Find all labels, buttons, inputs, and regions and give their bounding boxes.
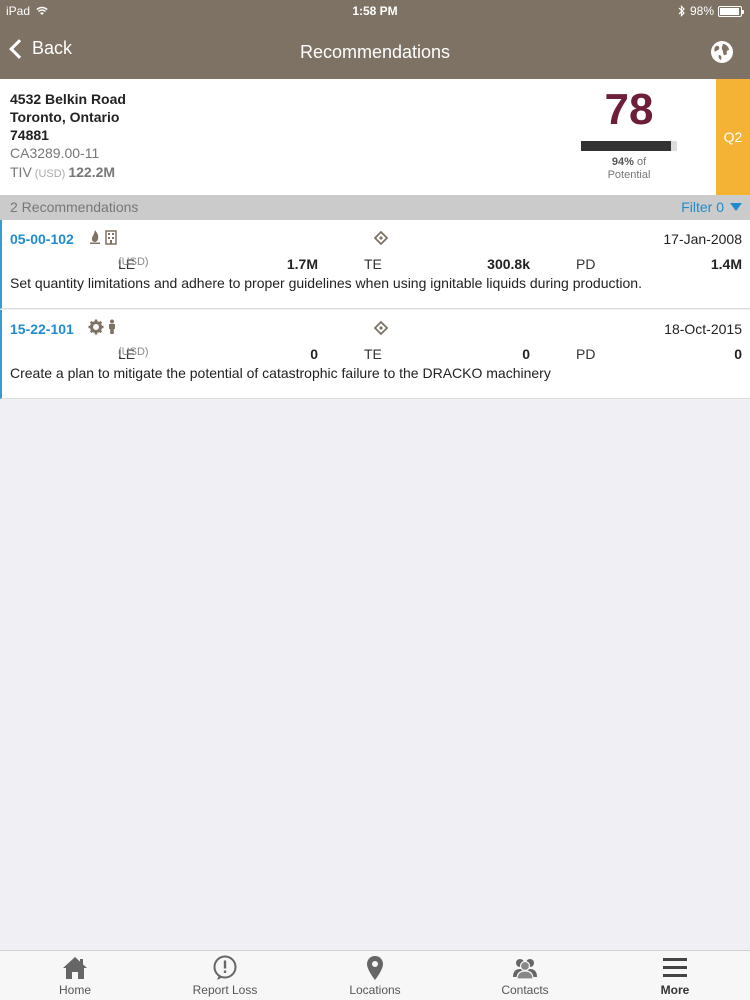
triangle-down-icon (730, 203, 742, 211)
header: iPad 1:58 PM 98% Back Recommendations (0, 0, 750, 79)
recommendation-date: 18-Oct-2015 (664, 321, 742, 337)
home-icon (63, 957, 87, 979)
tab-more[interactable]: More (600, 951, 750, 1000)
status-right: 98% (678, 4, 744, 18)
tab-label: Contacts (501, 983, 549, 997)
recommendation-icons (88, 319, 118, 335)
te-label: TE (364, 256, 382, 272)
potential-bar-fill (581, 141, 672, 151)
pd-label: PD (576, 346, 596, 362)
bluetooth-icon (678, 5, 685, 17)
person-icon (109, 319, 115, 334)
potential-label: Potential (607, 169, 651, 181)
le-currency: (USD) (118, 346, 149, 358)
contacts-icon (513, 959, 537, 980)
potential-percent: 94% (611, 156, 634, 168)
location-code: CA3289.00-11 (10, 145, 100, 161)
building-icon (105, 230, 117, 245)
potential-of: of (636, 156, 647, 168)
status-bar: iPad 1:58 PM 98% (0, 0, 750, 22)
tiv-currency: (USD) (34, 168, 66, 180)
tab-label: More (660, 983, 690, 997)
menu-icon (663, 958, 687, 977)
crosshair-icon (374, 231, 388, 245)
potential-bar (581, 141, 677, 151)
recommendation-description: Set quantity limitations and adhere to p… (10, 275, 642, 291)
battery-percent: 98% (689, 4, 714, 18)
alert-icon (213, 955, 237, 980)
tab-label: Report Loss (192, 983, 258, 997)
te-value: 300.8k (487, 256, 530, 272)
globe-icon[interactable] (710, 40, 734, 64)
status-time: 1:58 PM (352, 4, 398, 18)
recommendation-id: 15-22-101 (10, 321, 74, 337)
score-block: 78 94% of Potential (580, 83, 678, 182)
le-currency: (USD) (118, 256, 149, 268)
tiv-value: 122.2M (68, 164, 116, 180)
battery-icon (718, 5, 744, 17)
recommendation-values: LE (USD) 1.7M TE 300.8k PD 1.4M (2, 256, 750, 274)
gear-icon (88, 319, 104, 335)
address-line1: 4532 Belkin Road (10, 91, 126, 107)
tab-label: Home (58, 983, 91, 997)
location-pin-icon (367, 956, 383, 980)
tab-contacts[interactable]: Contacts (450, 951, 600, 1000)
tab-report-loss[interactable]: Report Loss (150, 951, 300, 1000)
recommendation-item[interactable]: 05-00-102 17-Jan-2008 LE (USD) 1.7M TE 3… (0, 220, 750, 309)
potential-text: 94% of Potential (580, 156, 678, 182)
recommendations-count: 2 Recommendations (10, 199, 139, 215)
tiv-label: TIV (10, 164, 32, 180)
tab-bar: Home Report Loss Locations Contacts More (0, 950, 750, 1000)
nav-bar: Back Recommendations (0, 22, 750, 79)
te-value: 0 (522, 346, 530, 362)
recommendations-header: 2 Recommendations Filter 0 (0, 195, 750, 220)
score-value: 78 (604, 85, 654, 134)
fire-icon (90, 230, 100, 244)
tab-locations[interactable]: Locations (300, 951, 450, 1000)
tab-home[interactable]: Home (0, 951, 150, 1000)
filter-button[interactable]: Filter 0 (681, 199, 742, 215)
recommendation-values: LE (USD) 0 TE 0 PD 0 (2, 346, 750, 364)
recommendation-date: 17-Jan-2008 (663, 231, 742, 247)
recommendation-id: 05-00-102 (10, 231, 74, 247)
location-panel: 4532 Belkin Road Toronto, Ontario 74881 … (0, 79, 750, 195)
pd-value: 1.4M (710, 256, 742, 272)
pd-value: 0 (734, 346, 742, 362)
quarter-badge: Q2 (716, 79, 750, 195)
pd-label: PD (576, 256, 596, 272)
page-title: Recommendations (299, 42, 451, 62)
address-postal: 74881 (10, 127, 49, 143)
le-value: 1.7M (286, 256, 318, 272)
recommendation-description: Create a plan to mitigate the potential … (10, 365, 551, 381)
location-address: 4532 Belkin Road Toronto, Ontario 74881 (10, 90, 126, 144)
filter-label: Filter 0 (681, 199, 724, 215)
quarter-label: Q2 (723, 129, 743, 145)
address-line2: Toronto, Ontario (10, 109, 120, 125)
tab-label: Locations (349, 983, 401, 997)
crosshair-icon (374, 321, 388, 335)
recommendation-icons (88, 229, 118, 245)
te-label: TE (364, 346, 382, 362)
recommendation-item[interactable]: 15-22-101 18-Oct-2015 LE (USD) 0 TE 0 PD… (0, 310, 750, 399)
tiv: TIV (USD) 122.2M (10, 164, 115, 180)
le-value: 0 (310, 346, 318, 362)
